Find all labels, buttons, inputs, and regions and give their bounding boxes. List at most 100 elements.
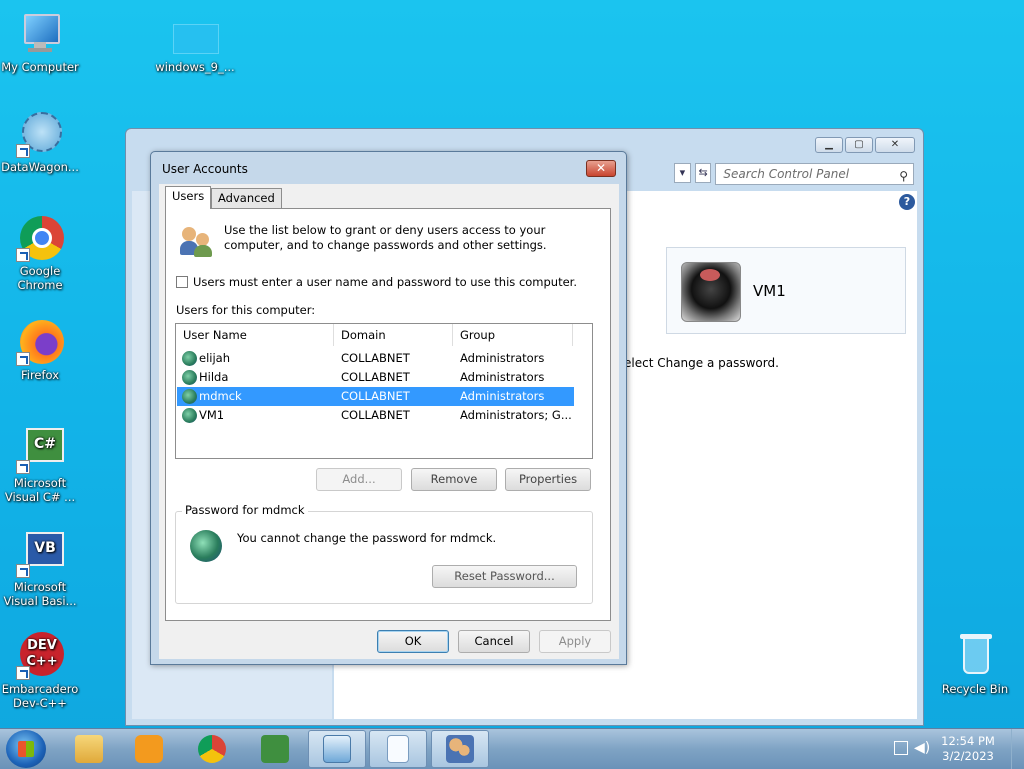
visual-csharp-icon: C#: [16, 426, 64, 474]
must-login-checkbox-row[interactable]: Users must enter a user name and passwor…: [176, 275, 577, 289]
user-row[interactable]: elijah COLLABNET Administrators: [177, 349, 574, 368]
start-button[interactable]: [6, 730, 46, 768]
desktop-icon-label: DataWagon...: [1, 160, 79, 174]
user-icon: [190, 530, 222, 562]
account-card[interactable]: VM1: [666, 247, 906, 334]
volume-icon[interactable]: ◀): [914, 740, 930, 756]
user-accounts-dialog[interactable]: User Accounts ✕ Users Advanced Use the l…: [150, 151, 627, 665]
taskbar-chrome[interactable]: [183, 730, 241, 768]
desktop-icon-dev-cpp[interactable]: DEV C++ Embarcadero Dev-C++: [0, 632, 80, 710]
address-bar-area: ▾ ⇆ Search Control Panel ⚲: [674, 163, 914, 185]
users-list[interactable]: User Name Domain Group elijah COLLABNET …: [175, 323, 593, 459]
taskbar-notepad[interactable]: [369, 730, 427, 768]
must-login-checkbox[interactable]: [176, 276, 188, 288]
show-desktop-button[interactable]: [1011, 729, 1024, 769]
visual-basic-icon: VB: [16, 530, 64, 578]
dialog-title: User Accounts: [162, 162, 248, 176]
clock-time: 12:54 PM: [941, 734, 995, 748]
taskbar-user-accounts[interactable]: [431, 730, 489, 768]
tab-users[interactable]: Users: [165, 186, 212, 209]
remove-user-button[interactable]: Remove: [411, 468, 497, 491]
desktop-icon-my-computer[interactable]: My Computer: [0, 10, 80, 74]
address-dropdown-button[interactable]: ▾: [674, 163, 691, 183]
help-icon[interactable]: ?: [899, 194, 915, 210]
clock-date: 3/2/2023: [942, 749, 994, 763]
close-button[interactable]: ✕: [875, 137, 915, 153]
desktop-icon-windows-9[interactable]: windows_9_...: [155, 10, 235, 74]
desktop-icon-datawagon[interactable]: DataWagon...: [0, 110, 80, 174]
ok-button[interactable]: OK: [377, 630, 449, 653]
desktop-icon-visual-csharp[interactable]: C# Microsoft Visual C# ...: [0, 426, 80, 504]
tab-advanced[interactable]: Advanced: [211, 188, 282, 208]
column-header-user-name[interactable]: User Name: [176, 324, 334, 346]
maximize-button[interactable]: ▢: [845, 137, 873, 153]
user-group: Administrators: [460, 370, 545, 384]
desktop-icon-label: Google Chrome: [17, 264, 63, 292]
intro-text: Use the list below to grant or deny user…: [224, 223, 547, 252]
dialog-body: Users Advanced Use the list below to gra…: [159, 184, 619, 659]
visual-csharp-icon: [261, 735, 289, 763]
users-icon: [446, 735, 474, 763]
apply-button[interactable]: Apply: [539, 630, 611, 653]
properties-button[interactable]: Properties: [505, 468, 591, 491]
network-icon[interactable]: [894, 741, 908, 755]
desktop-icon-visual-basic[interactable]: VB Microsoft Visual Basi...: [0, 530, 80, 608]
search-icon[interactable]: ⚲: [899, 166, 908, 186]
user-name: elijah: [199, 351, 230, 365]
folder-icon: [75, 735, 103, 763]
taskbar-control-panel[interactable]: [308, 730, 366, 768]
users-icon: [180, 223, 214, 257]
computer-icon: [16, 10, 64, 58]
window-controls: ▁ ▢ ✕: [815, 137, 915, 153]
desktop-icon-label: Microsoft Visual Basi...: [3, 580, 77, 608]
minimize-button[interactable]: ▁: [815, 137, 843, 153]
reset-password-button[interactable]: Reset Password...: [432, 565, 577, 588]
cancel-button[interactable]: Cancel: [458, 630, 530, 653]
user-name: mdmck: [199, 389, 242, 403]
datawagon-icon: [16, 110, 64, 158]
user-icon: [182, 370, 197, 385]
chrome-icon: [198, 735, 226, 763]
password-group-legend: Password for mdmck: [182, 503, 308, 517]
desktop-icon-label: My Computer: [1, 60, 79, 74]
user-row[interactable]: Hilda COLLABNET Administrators: [177, 368, 574, 387]
account-name: VM1: [753, 282, 786, 300]
add-user-button[interactable]: Add...: [316, 468, 402, 491]
password-group: Password for mdmck You cannot change the…: [175, 503, 593, 604]
shortcut-arrow-icon: [16, 248, 30, 262]
desktop-icon-recycle-bin[interactable]: Recycle Bin: [935, 632, 1015, 696]
media-player-icon: [135, 735, 163, 763]
user-domain: COLLABNET: [341, 389, 410, 403]
desktop-icon-label: Firefox: [20, 368, 60, 382]
clock[interactable]: 12:54 PM 3/2/2023: [938, 734, 998, 764]
users-tab-panel: Use the list below to grant or deny user…: [165, 208, 611, 621]
column-header-domain[interactable]: Domain: [334, 324, 453, 346]
user-domain: COLLABNET: [341, 370, 410, 384]
taskbar-explorer[interactable]: [60, 730, 118, 768]
shortcut-arrow-icon: [16, 144, 30, 158]
close-button[interactable]: ✕: [586, 160, 616, 177]
desktop-icon-google-chrome[interactable]: Google Chrome: [0, 214, 80, 292]
user-group: Administrators; G...: [460, 408, 572, 422]
must-login-label: Users must enter a user name and passwor…: [193, 275, 578, 289]
account-picture: [681, 262, 741, 322]
desktop-icon-label: Embarcadero Dev-C++: [1, 682, 79, 710]
user-row[interactable]: VM1 COLLABNET Administrators; G...: [177, 406, 574, 425]
shortcut-arrow-icon: [16, 352, 30, 366]
system-tray: ◀) 12:54 PM 3/2/2023: [884, 729, 1024, 769]
column-header-group[interactable]: Group: [453, 324, 573, 346]
taskbar-media-player[interactable]: [120, 730, 178, 768]
user-row-selected[interactable]: mdmck COLLABNET Administrators: [177, 387, 574, 406]
search-input[interactable]: Search Control Panel ⚲: [715, 163, 914, 185]
user-group: Administrators: [460, 351, 545, 365]
users-list-label: Users for this computer:: [176, 303, 316, 317]
desktop-icon-firefox[interactable]: Firefox: [0, 318, 80, 382]
desktop-icon-label: windows_9_...: [155, 60, 235, 74]
recycle-bin-icon: [951, 632, 999, 680]
refresh-button[interactable]: ⇆: [694, 163, 712, 183]
firefox-icon: [16, 318, 64, 366]
chrome-icon: [16, 214, 64, 262]
taskbar-visual-csharp[interactable]: [246, 730, 304, 768]
search-placeholder: Search Control Panel: [723, 167, 850, 181]
control-panel-icon: [323, 735, 351, 763]
